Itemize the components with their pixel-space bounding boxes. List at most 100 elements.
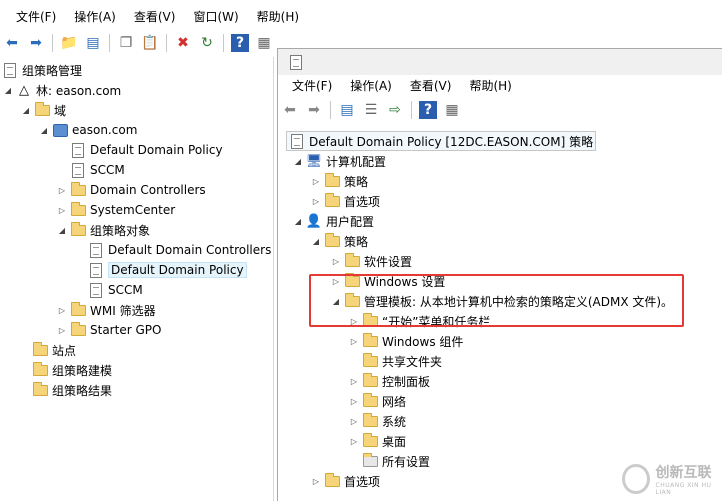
folder-icon bbox=[362, 432, 378, 449]
refresh-icon[interactable]: ↻ bbox=[198, 34, 216, 52]
tree-item-systemcenter[interactable]: ▷ SystemCenter bbox=[56, 200, 175, 220]
copy-icon[interactable]: ❐ bbox=[117, 34, 135, 52]
collapsed-arrow-icon[interactable]: ▷ bbox=[348, 437, 360, 446]
expanded-arrow-icon[interactable]: ◢ bbox=[330, 297, 342, 306]
tree-item-domains[interactable]: ◢ 域 bbox=[20, 100, 66, 120]
tree-item-shared-folders[interactable]: 共享文件夹 bbox=[360, 351, 442, 371]
tree-item-sites[interactable]: 站点 bbox=[30, 340, 76, 360]
tree-item-user-policies[interactable]: ◢ 策略 bbox=[310, 231, 368, 251]
help-icon[interactable]: ? bbox=[419, 101, 437, 119]
tree-item-sccm[interactable]: SCCM bbox=[86, 280, 143, 300]
paste-icon[interactable]: 📋 bbox=[141, 34, 159, 52]
expanded-arrow-icon[interactable]: ◢ bbox=[292, 157, 304, 166]
collapsed-arrow-icon[interactable]: ▷ bbox=[310, 197, 322, 206]
show-hide-tree-icon[interactable]: ▤ bbox=[84, 34, 102, 52]
expanded-arrow-icon[interactable]: ◢ bbox=[38, 126, 50, 135]
menu-window[interactable]: 窗口(W) bbox=[184, 6, 247, 28]
menu-view[interactable]: 查看(V) bbox=[125, 6, 185, 28]
help-icon[interactable]: ? bbox=[231, 34, 249, 52]
collapsed-arrow-icon[interactable]: ▷ bbox=[348, 377, 360, 386]
tree-item-desktop[interactable]: ▷ 桌面 bbox=[348, 431, 406, 451]
collapsed-arrow-icon[interactable]: ▷ bbox=[310, 477, 322, 486]
tree-item-default-domain-policy-link[interactable]: Default Domain Policy bbox=[68, 140, 223, 160]
toolbar-separator bbox=[411, 101, 412, 119]
folder-icon bbox=[362, 332, 378, 349]
tree-item-wmi-filters[interactable]: ▷ WMI 筛选器 bbox=[56, 300, 156, 320]
gpo-icon bbox=[88, 262, 104, 278]
tree-item-windows-components[interactable]: ▷ Windows 组件 bbox=[348, 331, 463, 351]
tree-item-gpo-folder[interactable]: ◢ 组策略对象 bbox=[56, 220, 150, 240]
editor-menu-file[interactable]: 文件(F) bbox=[278, 75, 341, 97]
collapsed-arrow-icon[interactable]: ▷ bbox=[348, 417, 360, 426]
show-hide-tree-icon[interactable]: ▤ bbox=[338, 101, 356, 119]
tree-item-system[interactable]: ▷ 系统 bbox=[348, 411, 406, 431]
watermark-subtitle: CHUANG XIN HU LIAN bbox=[655, 481, 712, 496]
tree-item-computer-preferences[interactable]: ▷ 首选项 bbox=[310, 191, 380, 211]
tree-item-all-settings[interactable]: 所有设置 bbox=[360, 451, 430, 471]
toolbar-separator bbox=[52, 34, 53, 52]
expanded-arrow-icon[interactable]: ◢ bbox=[292, 217, 304, 226]
collapsed-arrow-icon[interactable]: ▷ bbox=[56, 186, 68, 195]
tree-item-gpm[interactable]: 组策略管理 bbox=[0, 60, 82, 80]
expanded-arrow-icon[interactable]: ◢ bbox=[310, 237, 322, 246]
forward-arrow-icon[interactable]: ➡ bbox=[27, 34, 45, 52]
tree-item-eason-com[interactable]: ◢ eason.com bbox=[38, 120, 137, 140]
tree-item-user-preferences[interactable]: ▷ 首选项 bbox=[310, 471, 380, 491]
folder-icon bbox=[362, 372, 378, 389]
tree-item-default-domain-policy[interactable]: Default Domain Policy bbox=[86, 260, 247, 280]
tree-item-modeling[interactable]: 组策略建模 bbox=[30, 360, 112, 380]
sites-icon bbox=[32, 341, 48, 358]
back-arrow-icon[interactable]: ⬅ bbox=[3, 34, 21, 52]
tree-item-default-domain-controllers[interactable]: Default Domain Controllers bbox=[86, 240, 271, 260]
expanded-arrow-icon[interactable]: ◢ bbox=[20, 106, 32, 115]
up-folder-icon[interactable]: 📁 bbox=[60, 34, 78, 52]
collapsed-arrow-icon[interactable]: ▷ bbox=[330, 257, 342, 266]
forward-arrow-icon[interactable]: ➡ bbox=[305, 101, 323, 119]
outer-toolbar: ⬅ ➡ 📁 ▤ ❐ 📋 ✖ ↻ ? ▦ bbox=[0, 30, 276, 56]
collapsed-arrow-icon[interactable]: ▷ bbox=[310, 177, 322, 186]
expanded-arrow-icon[interactable]: ◢ bbox=[2, 86, 14, 95]
gpo-folder-icon bbox=[70, 221, 86, 238]
editor-menu-action[interactable]: 操作(A) bbox=[341, 75, 401, 97]
tree-item-admin-templates[interactable]: ◢ 管理模板: 从本地计算机中检索的策略定义(ADMX 文件)。 bbox=[330, 291, 673, 311]
collapsed-arrow-icon[interactable]: ▷ bbox=[330, 277, 342, 286]
properties-icon[interactable]: ▦ bbox=[443, 101, 461, 119]
tree-item-computer-config[interactable]: ◢ 🖥 计算机配置 bbox=[292, 151, 386, 171]
collapsed-arrow-icon[interactable]: ▷ bbox=[348, 397, 360, 406]
tree-item-network[interactable]: ▷ 网络 bbox=[348, 391, 406, 411]
collapsed-arrow-icon[interactable]: ▷ bbox=[56, 306, 68, 315]
tree-item-user-config[interactable]: ◢ 👤 用户配置 bbox=[292, 211, 374, 231]
editor-menu-help[interactable]: 帮助(H) bbox=[460, 75, 520, 97]
tree-item-start-menu-taskbar[interactable]: ▷ “开始”菜单和任务栏 bbox=[348, 311, 490, 331]
delete-icon[interactable]: ✖ bbox=[174, 34, 192, 52]
tree-item-control-panel[interactable]: ▷ 控制面板 bbox=[348, 371, 430, 391]
tree-item-results[interactable]: 组策略结果 bbox=[30, 380, 112, 400]
expanded-arrow-icon[interactable]: ◢ bbox=[56, 226, 68, 235]
ou-icon bbox=[70, 201, 86, 218]
list-icon[interactable]: ☰ bbox=[362, 101, 380, 119]
properties-icon[interactable]: ▦ bbox=[255, 34, 273, 52]
tree-item-computer-policies[interactable]: ▷ 策略 bbox=[310, 171, 368, 191]
collapsed-arrow-icon[interactable]: ▷ bbox=[348, 337, 360, 346]
back-arrow-icon[interactable]: ⬅ bbox=[281, 101, 299, 119]
tree-item-starter-gpo[interactable]: ▷ Starter GPO bbox=[56, 320, 161, 340]
tree-item-sccm-link[interactable]: SCCM bbox=[68, 160, 125, 180]
menu-action[interactable]: 操作(A) bbox=[65, 6, 125, 28]
tree-item-windows-settings[interactable]: ▷ Windows 设置 bbox=[330, 271, 445, 291]
tree-item-forest[interactable]: ◢ △ 林: eason.com bbox=[2, 80, 121, 100]
collapsed-arrow-icon[interactable]: ▷ bbox=[56, 206, 68, 215]
tree-item-software-settings[interactable]: ▷ 软件设置 bbox=[330, 251, 412, 271]
editor-menu-view[interactable]: 查看(V) bbox=[401, 75, 461, 97]
folder-icon bbox=[324, 232, 340, 249]
export-icon[interactable]: ⇨ bbox=[386, 101, 404, 119]
collapsed-arrow-icon[interactable]: ▷ bbox=[56, 326, 68, 335]
user-icon: 👤 bbox=[305, 213, 323, 229]
tree-item-policy-root[interactable]: Default Domain Policy [12DC.EASON.COM] 策… bbox=[286, 131, 597, 151]
menu-file[interactable]: 文件(F) bbox=[0, 6, 65, 28]
starter-gpo-folder-icon bbox=[70, 321, 86, 338]
results-icon bbox=[32, 381, 48, 398]
wmi-folder-icon bbox=[70, 301, 86, 318]
tree-item-domain-controllers[interactable]: ▷ Domain Controllers bbox=[56, 180, 206, 200]
menu-help[interactable]: 帮助(H) bbox=[248, 6, 308, 28]
collapsed-arrow-icon[interactable]: ▷ bbox=[348, 317, 360, 326]
